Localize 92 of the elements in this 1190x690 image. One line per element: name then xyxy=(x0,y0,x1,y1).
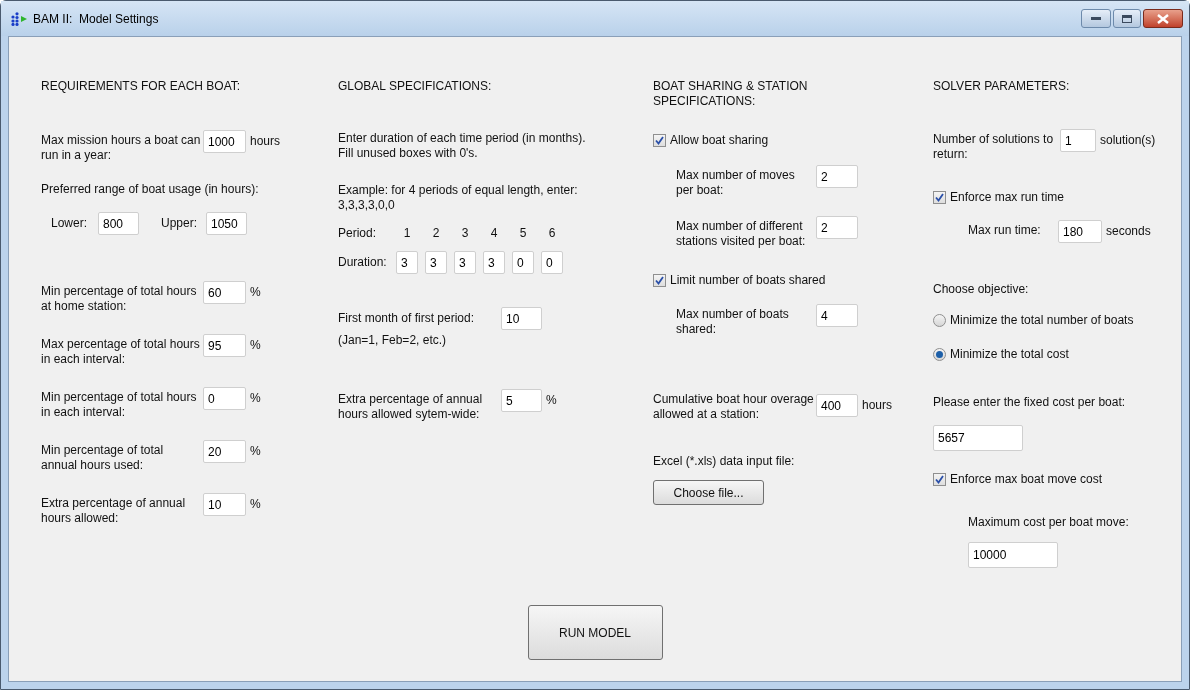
section-heading: SOLVER PARAMETERS: xyxy=(933,79,1071,94)
input-field[interactable]: 0 xyxy=(541,251,563,274)
field-label: Upper: xyxy=(161,216,199,231)
close-button[interactable] xyxy=(1143,9,1183,28)
unit-label: solution(s) xyxy=(1099,132,1156,148)
field-label: Max mission hours a boat can run in a year: xyxy=(41,132,202,163)
field-label: Min percentage of total hours at home station: xyxy=(41,283,198,314)
field-label: Max percentage of total hours in each interval: xyxy=(41,336,201,367)
input-field[interactable]: 0 xyxy=(203,387,246,410)
checkbox[interactable] xyxy=(933,473,946,486)
input-field[interactable]: 10 xyxy=(203,493,246,516)
row-label: Period: xyxy=(338,226,378,241)
checkbox[interactable] xyxy=(653,134,666,147)
radio-button[interactable] xyxy=(933,348,946,361)
unit-label: % xyxy=(249,337,261,353)
field-label: Extra percentage of annual hours allowed sytem-wide: xyxy=(338,391,484,422)
input-field[interactable]: 10 xyxy=(501,307,542,330)
field-label: Extra percentage of annual hours allowed: xyxy=(41,495,187,526)
input-field[interactable]: 5657 xyxy=(933,425,1023,451)
field-label: Cumulative boat hour overage allowed at a station: xyxy=(653,391,815,422)
unit-label: seconds xyxy=(1105,223,1151,239)
input-field[interactable]: 2 xyxy=(816,165,858,188)
period-number: 1 xyxy=(402,226,412,241)
input-field[interactable]: 3 xyxy=(454,251,476,274)
field-label: Number of solutions to return: xyxy=(933,131,1055,162)
unit-label: % xyxy=(249,443,261,459)
input-field[interactable]: 180 xyxy=(1058,220,1102,243)
choose-file-button[interactable]: Choose file... xyxy=(653,480,764,505)
instruction-text: Choose objective: xyxy=(933,282,1029,297)
input-field[interactable]: 3 xyxy=(425,251,447,274)
input-field[interactable]: 1050 xyxy=(206,212,247,235)
input-field[interactable]: 3 xyxy=(483,251,505,274)
close-icon xyxy=(1157,13,1169,24)
unit-label: % xyxy=(249,284,261,300)
period-number: 6 xyxy=(547,226,557,241)
input-field[interactable]: 800 xyxy=(98,212,139,235)
row-label: Duration: xyxy=(338,255,388,270)
period-number: 4 xyxy=(489,226,499,241)
input-field[interactable]: 0 xyxy=(512,251,534,274)
input-field[interactable]: 400 xyxy=(816,394,858,417)
field-label: Max number of different stations visited per boat: xyxy=(676,218,807,249)
checkbox-label: Limit number of boats shared xyxy=(670,273,826,288)
period-number: 3 xyxy=(460,226,470,241)
checkbox-label: Enforce max boat move cost xyxy=(950,472,1103,487)
checkbox[interactable] xyxy=(933,191,946,204)
field-label: Lower: xyxy=(51,216,89,231)
input-field[interactable]: 3 xyxy=(396,251,418,274)
minimize-button[interactable] xyxy=(1081,9,1111,28)
section-heading: REQUIREMENTS FOR EACH BOAT: xyxy=(41,79,241,94)
input-field[interactable]: 5 xyxy=(501,389,542,412)
field-label: Min percentage of total hours in each interval: xyxy=(41,389,198,420)
input-field[interactable]: 4 xyxy=(816,304,858,327)
window-title: BAM II: Model Settings xyxy=(33,10,159,28)
period-number: 2 xyxy=(431,226,441,241)
field-label: Min percentage of total annual hours used: xyxy=(41,442,165,473)
run-model-button[interactable]: RUN MODEL xyxy=(527,605,663,660)
radio-button[interactable] xyxy=(933,314,946,327)
instruction-text: Maximum cost per boat move: xyxy=(968,515,1129,530)
instruction-text: Preferred range of boat usage (in hours): xyxy=(41,182,259,197)
input-field[interactable]: 1000 xyxy=(203,130,246,153)
instruction-text: Excel (*.xls) data input file: xyxy=(653,454,795,469)
checkbox-label: Allow boat sharing xyxy=(670,133,769,148)
checkbox[interactable] xyxy=(653,274,666,287)
radio-label: Minimize the total cost xyxy=(950,347,1069,362)
input-field[interactable]: 95 xyxy=(203,334,246,357)
input-field[interactable]: 1 xyxy=(1060,129,1096,152)
app-icon xyxy=(11,11,29,26)
input-field[interactable]: 10000 xyxy=(968,542,1058,568)
hint-text: (Jan=1, Feb=2, etc.) xyxy=(338,333,448,348)
unit-label: % xyxy=(545,392,557,408)
instruction-text: Enter duration of each time period (in months). Fill unused boxes with 0's. xyxy=(338,131,586,161)
instruction-text: Example: for 4 periods of equal length, enter: 3,3,3,3,0,0 xyxy=(338,183,578,213)
unit-label: hours xyxy=(249,133,281,149)
unit-label: % xyxy=(249,496,261,512)
field-label: Max run time: xyxy=(968,222,1042,238)
radio-label: Minimize the total number of boats xyxy=(950,313,1134,328)
unit-label: % xyxy=(249,390,261,406)
section-heading: BOAT SHARING & STATION SPECIFICATIONS: xyxy=(653,79,809,109)
field-label: Max number of boats shared: xyxy=(676,306,790,337)
input-field[interactable]: 20 xyxy=(203,440,246,463)
checkbox-label: Enforce max run time xyxy=(950,190,1065,205)
field-label: First month of first period: xyxy=(338,310,476,326)
instruction-text: Please enter the fixed cost per boat: xyxy=(933,395,1126,410)
period-number: 5 xyxy=(518,226,528,241)
section-heading: GLOBAL SPECIFICATIONS: xyxy=(338,79,493,94)
input-field[interactable]: 2 xyxy=(816,216,858,239)
unit-label: hours xyxy=(861,398,893,413)
minimize-icon xyxy=(1091,16,1101,21)
input-field[interactable]: 60 xyxy=(203,281,246,304)
field-label: Max number of moves per boat: xyxy=(676,167,796,198)
maximize-icon xyxy=(1122,14,1132,23)
maximize-button[interactable] xyxy=(1113,9,1141,28)
